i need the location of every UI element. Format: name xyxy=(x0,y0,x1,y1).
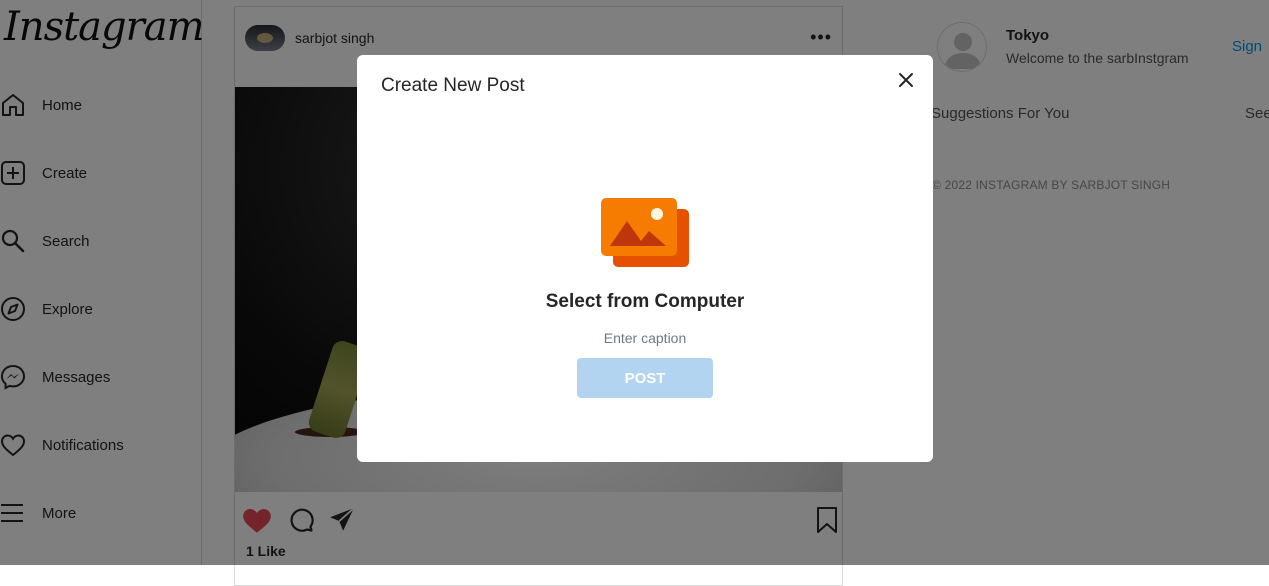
close-icon[interactable] xyxy=(893,67,919,93)
post-button[interactable]: POST xyxy=(577,358,713,398)
photos-icon[interactable] xyxy=(600,197,690,269)
caption-input[interactable] xyxy=(545,327,745,349)
select-from-computer[interactable]: Select from Computer xyxy=(357,291,933,313)
modal-title: Create New Post xyxy=(381,75,525,96)
create-post-modal: Create New Post Select from Computer POS… xyxy=(357,55,933,462)
